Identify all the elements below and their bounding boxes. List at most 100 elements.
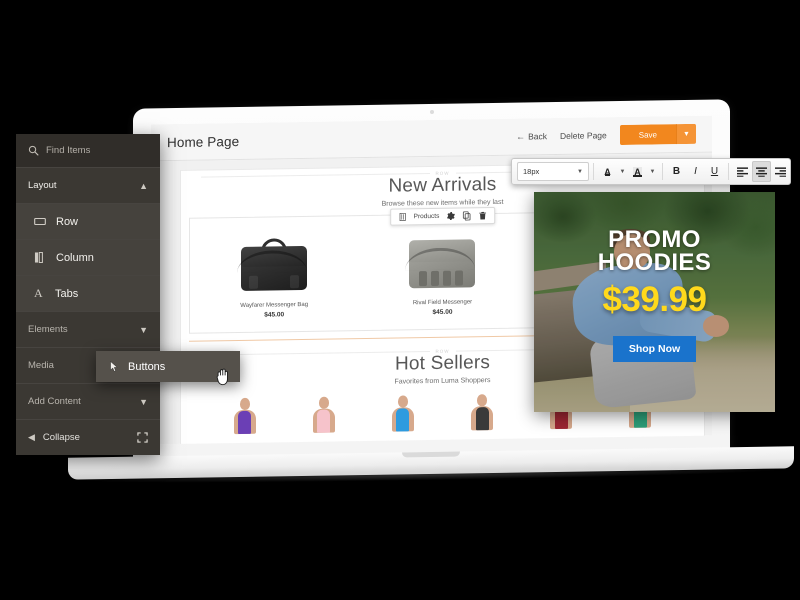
copy-icon[interactable]: [462, 211, 471, 221]
product-price: $45.00: [432, 308, 453, 316]
align-center-icon[interactable]: [752, 161, 771, 182]
flyout-item-label: Buttons: [128, 360, 166, 373]
bold-label: B: [672, 166, 681, 177]
screenshot-stage: Home Page ← Back Delete Page Save ▼ ROW …: [0, 0, 800, 600]
webcam-icon: [429, 109, 434, 115]
header-actions: ← Back Delete Page Save ▼: [516, 123, 696, 147]
italic-button[interactable]: I: [686, 161, 705, 182]
delete-page-label: Delete Page: [559, 130, 607, 141]
expand-icon[interactable]: [137, 432, 148, 443]
sidebar-item-label: Add Content: [28, 396, 81, 407]
model-head: [477, 394, 488, 407]
sidebar-item-label: Column: [56, 251, 94, 264]
model-top: [238, 410, 252, 435]
model-thumbnail[interactable]: [469, 392, 495, 431]
grab-hand-cursor-icon: [216, 368, 228, 386]
delete-page-button[interactable]: Delete Page: [560, 130, 607, 141]
search-placeholder: Find Items: [46, 145, 91, 156]
element-toolbar-label: Products: [413, 212, 440, 221]
model-head: [239, 397, 250, 411]
chevron-down-icon: ▼: [139, 324, 148, 335]
font-size-value: 18px: [523, 167, 540, 176]
sidebar-item-label: Row: [56, 215, 79, 228]
chevron-up-icon: ▲: [139, 180, 148, 191]
cursor-arrow-icon: [110, 361, 118, 372]
model-head: [318, 396, 329, 409]
underline-button[interactable]: U: [705, 161, 724, 182]
promo-price: $39.99: [602, 280, 707, 320]
field-messenger-grey-image: [405, 235, 479, 289]
promo-banner[interactable]: PROMO HOODIES $39.99 Shop Now: [534, 192, 775, 412]
text-a-icon: A: [34, 286, 43, 300]
sidebar-item-layout[interactable]: Layout ▲: [16, 167, 160, 203]
messenger-bag-black-image: [237, 238, 311, 291]
model-thumbnail[interactable]: [232, 395, 258, 435]
back-button[interactable]: ← Back: [516, 131, 547, 141]
promo-headline-line1: PROMO: [608, 226, 701, 253]
model-top: [475, 407, 489, 431]
trash-icon[interactable]: [478, 211, 487, 220]
save-button-group: Save ▼: [619, 123, 696, 146]
product-name: Rival Field Messenger: [412, 299, 473, 307]
product-card[interactable]: Rival Field Messenger $45.00: [358, 223, 526, 331]
gear-icon[interactable]: [446, 212, 456, 221]
chevron-down-icon: ▼: [577, 168, 583, 175]
search-input[interactable]: Find Items: [16, 134, 160, 167]
sidebar-item-elements[interactable]: Elements ▼: [16, 311, 160, 347]
product-price: $45.00: [264, 311, 285, 319]
search-icon: [28, 145, 39, 156]
element-toolbar: Products: [389, 206, 496, 226]
model-top: [396, 408, 410, 432]
bag-pocket-2: [431, 270, 440, 287]
sidebar-item-column[interactable]: Column: [16, 239, 160, 275]
bold-button[interactable]: B: [667, 161, 686, 182]
sidebar-item-label: Elements: [28, 324, 68, 335]
align-right-icon[interactable]: [771, 161, 790, 182]
model-thumbnail[interactable]: [311, 394, 337, 433]
promo-headline-line2: HOODIES: [597, 249, 712, 277]
align-left-icon[interactable]: [733, 161, 752, 182]
text-format-toolbar: 18px ▼ A ▼ A ▼ B I U: [511, 158, 791, 185]
page-title: Home Page: [167, 133, 240, 150]
chevron-left-icon: ◀: [28, 432, 35, 442]
toolbar-separator: [728, 163, 729, 180]
bag-pocket-3: [443, 270, 452, 286]
font-size-select[interactable]: 18px ▼: [517, 162, 589, 181]
bag-pocket-1: [419, 271, 428, 287]
toolbar-separator: [662, 163, 663, 180]
highlight-color-icon[interactable]: A: [628, 161, 647, 182]
product-image: [358, 223, 526, 302]
product-image: [190, 225, 358, 304]
highlight-color-chevron-down-icon[interactable]: ▼: [647, 161, 658, 182]
rectangle-icon: [34, 217, 46, 226]
toolbar-separator: [593, 163, 594, 180]
model-head: [397, 395, 408, 408]
back-label: Back: [528, 131, 547, 142]
product-name: Wayfarer Messenger Bag: [240, 301, 309, 310]
sidebar-item-tabs[interactable]: A Tabs: [16, 275, 160, 311]
sidebar-item-label: Tabs: [55, 287, 79, 300]
shop-now-button[interactable]: Shop Now: [612, 336, 697, 363]
model-top: [317, 409, 331, 433]
sidebar-collapse-button[interactable]: ◀ Collapse: [16, 419, 160, 455]
sidebar-item-add-content[interactable]: Add Content ▼: [16, 383, 160, 419]
drag-handle-icon[interactable]: [398, 212, 407, 221]
promo-headline: PROMO HOODIES: [597, 226, 712, 277]
chevron-down-icon[interactable]: ▼: [676, 123, 696, 145]
sidebar-item-label: Layout: [28, 180, 57, 191]
product-card[interactable]: Wayfarer Messenger Bag $45.00: [190, 225, 358, 333]
model-thumbnail[interactable]: [390, 393, 416, 432]
italic-label: I: [694, 166, 697, 177]
bag-pocket-left: [249, 275, 259, 289]
bag-pocket-right: [290, 275, 300, 289]
collapse-label: Collapse: [42, 432, 80, 443]
promo-copy: PROMO HOODIES $39.99 Shop Now: [534, 192, 775, 412]
columns-icon: [34, 252, 43, 263]
chevron-down-icon: ▼: [139, 396, 148, 407]
font-color-chevron-down-icon[interactable]: ▼: [617, 161, 628, 182]
insert-panel-sidebar: Find Items Layout ▲ Row Column A Tabs El…: [16, 134, 160, 455]
font-color-icon[interactable]: A: [598, 161, 617, 182]
underline-label: U: [710, 166, 719, 177]
save-button[interactable]: Save: [619, 124, 676, 146]
sidebar-item-row[interactable]: Row: [16, 203, 160, 239]
